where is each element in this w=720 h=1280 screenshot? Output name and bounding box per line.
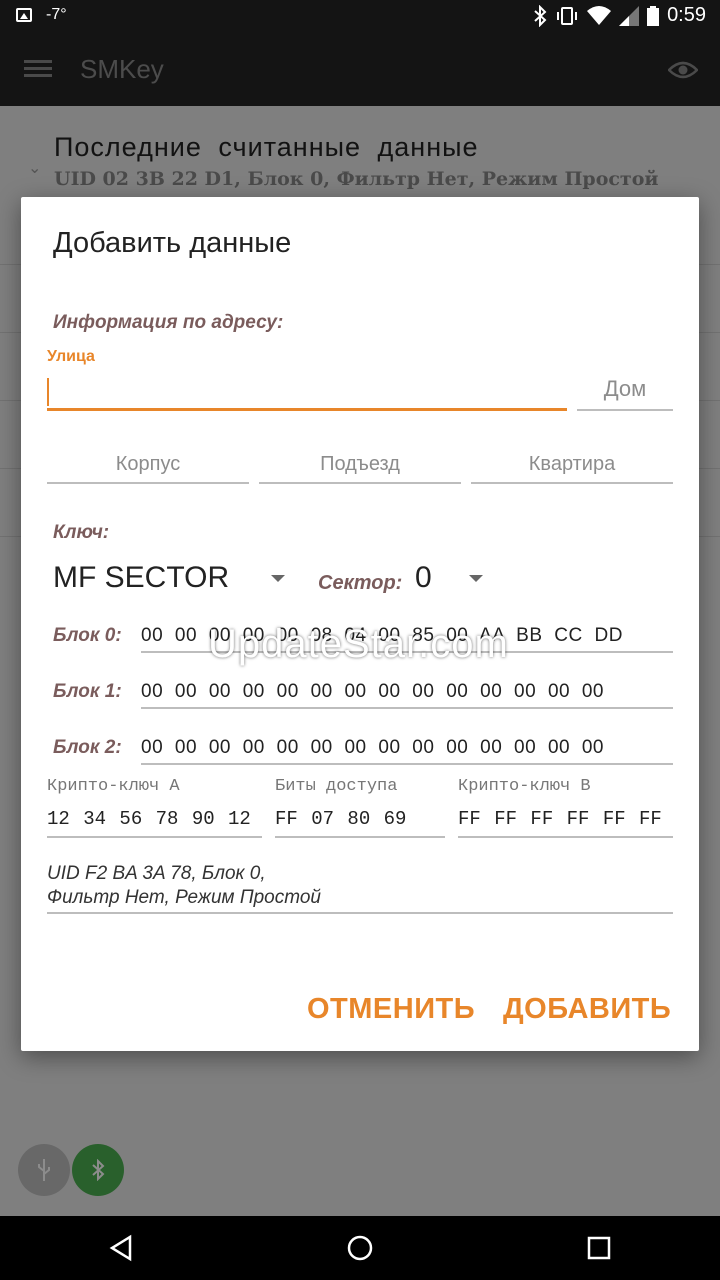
key-heading: Ключ:	[53, 522, 110, 543]
signal-icon	[619, 5, 640, 26]
street-label: Улица	[47, 348, 95, 365]
block-2-input[interactable]: 00 00 00 00 00 00 00 00 00 00 00 00 00 0…	[141, 737, 673, 765]
dropdown-arrow-icon	[469, 575, 483, 582]
recents-icon[interactable]	[587, 1236, 611, 1260]
street-input[interactable]	[47, 372, 567, 411]
access-bits-label: Биты доступа	[275, 777, 398, 796]
house-input[interactable]: Дом	[577, 372, 673, 411]
add-button[interactable]: ДОБАВИТЬ	[503, 993, 671, 1026]
address-heading: Информация по адресу:	[53, 312, 284, 333]
text-cursor	[47, 378, 49, 406]
access-bits-input[interactable]: FF 07 80 69	[275, 808, 445, 838]
dialog-title: Добавить данные	[53, 227, 292, 259]
entrance-input[interactable]: Подъезд	[259, 447, 461, 484]
crypto-b-input[interactable]: FF FF FF FF FF FF	[458, 808, 673, 838]
uid-info: UID F2 BA 3A 78, Блок 0, Фильтр Нет, Реж…	[47, 862, 673, 914]
entrance-placeholder: Подъезд	[320, 453, 400, 475]
bluetooth-icon	[534, 4, 547, 27]
dropdown-arrow-icon	[271, 575, 285, 582]
key-type-spinner[interactable]: MF SECTOR	[53, 557, 293, 601]
apartment-placeholder: Квартира	[528, 453, 616, 475]
uid-line-2: Фильтр Нет, Режим Простой	[47, 887, 321, 908]
sector-spinner[interactable]: 0	[415, 557, 495, 601]
battery-icon	[647, 5, 660, 26]
crypto-a-label: Крипто-ключ А	[47, 777, 180, 796]
crypto-b-label: Крипто-ключ В	[458, 777, 591, 796]
apartment-input[interactable]: Квартира	[471, 447, 673, 484]
watermark-text: UpdateStar.com	[208, 622, 509, 666]
building-input[interactable]: Корпус	[47, 447, 249, 484]
sector-label: Сектор:	[318, 572, 403, 594]
system-nav-bar	[0, 1216, 720, 1280]
clock-text: 0:59	[667, 4, 706, 26]
image-notification-icon	[16, 8, 32, 22]
key-type-value: MF SECTOR	[53, 561, 230, 594]
building-placeholder: Корпус	[115, 453, 181, 475]
sector-value: 0	[415, 561, 432, 594]
house-placeholder: Дом	[603, 376, 647, 401]
wifi-icon	[587, 5, 612, 25]
cancel-button[interactable]: ОТМЕНИТЬ	[307, 993, 475, 1026]
home-icon[interactable]	[346, 1234, 374, 1262]
back-icon[interactable]	[108, 1234, 134, 1262]
temperature-text: -7°	[46, 6, 67, 23]
block-1-label: Блок 1:	[53, 681, 122, 702]
vibrate-icon	[557, 6, 578, 25]
block-1-input[interactable]: 00 00 00 00 00 00 00 00 00 00 00 00 00 0…	[141, 681, 673, 709]
block-2-label: Блок 2:	[53, 737, 122, 758]
status-bar: -7° 0:59	[0, 0, 720, 32]
uid-line-1: UID F2 BA 3A 78, Блок 0,	[47, 863, 266, 884]
crypto-a-input[interactable]: 12 34 56 78 90 12	[47, 808, 262, 838]
block-0-label: Блок 0:	[53, 625, 122, 646]
